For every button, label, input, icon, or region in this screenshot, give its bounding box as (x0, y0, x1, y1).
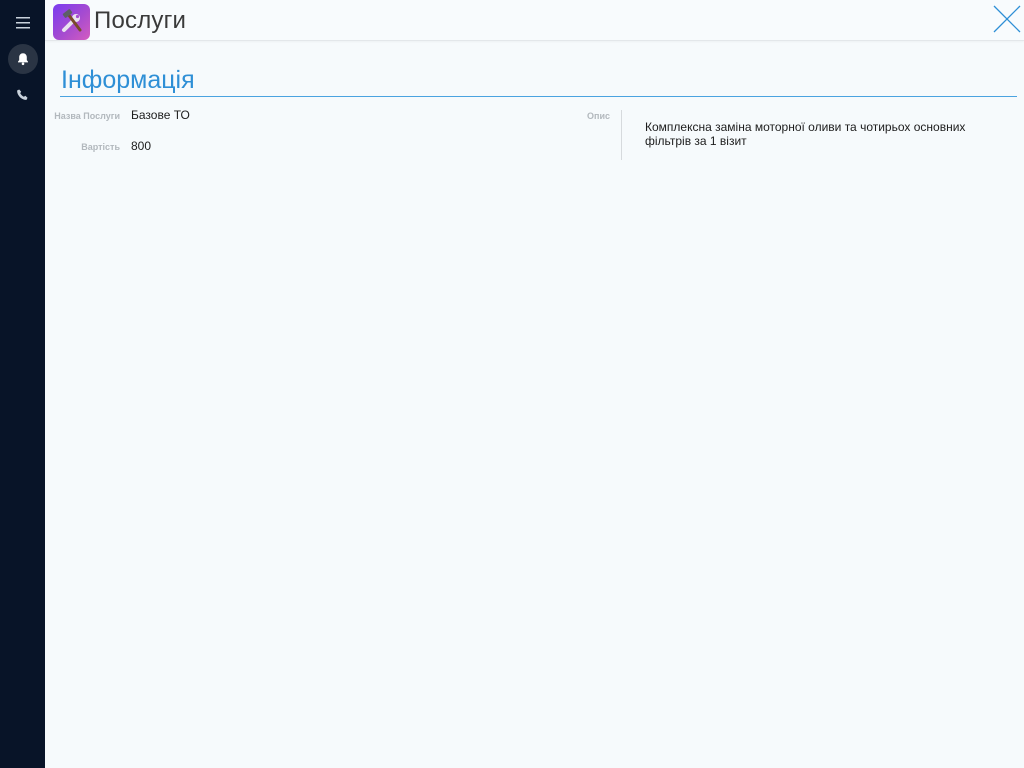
page-title: Послуги (94, 7, 187, 34)
tools-icon (61, 9, 81, 32)
sidebar (0, 0, 45, 768)
top-bar: Послуги (45, 0, 1024, 41)
close-button[interactable] (992, 4, 1022, 34)
bell-icon (18, 53, 28, 66)
section-divider (60, 96, 1017, 97)
description-value: Комплексна заміна моторної оливи та чоти… (645, 120, 966, 148)
app-icon (53, 4, 90, 40)
cost-label: Вартість (81, 142, 120, 152)
service-name-value: Базове ТО (131, 108, 190, 122)
cost-value: 800 (131, 139, 152, 153)
phone-icon (17, 89, 28, 100)
notifications-button[interactable] (8, 44, 38, 74)
menu-icon (16, 17, 30, 29)
close-icon (993, 5, 1021, 33)
description-label: Опис (587, 111, 610, 121)
section-title: Інформація (61, 66, 195, 94)
service-name-label: Назва Послуги (54, 111, 120, 121)
phone-button[interactable] (8, 80, 38, 110)
menu-button[interactable] (8, 8, 38, 38)
description-divider (621, 110, 622, 160)
